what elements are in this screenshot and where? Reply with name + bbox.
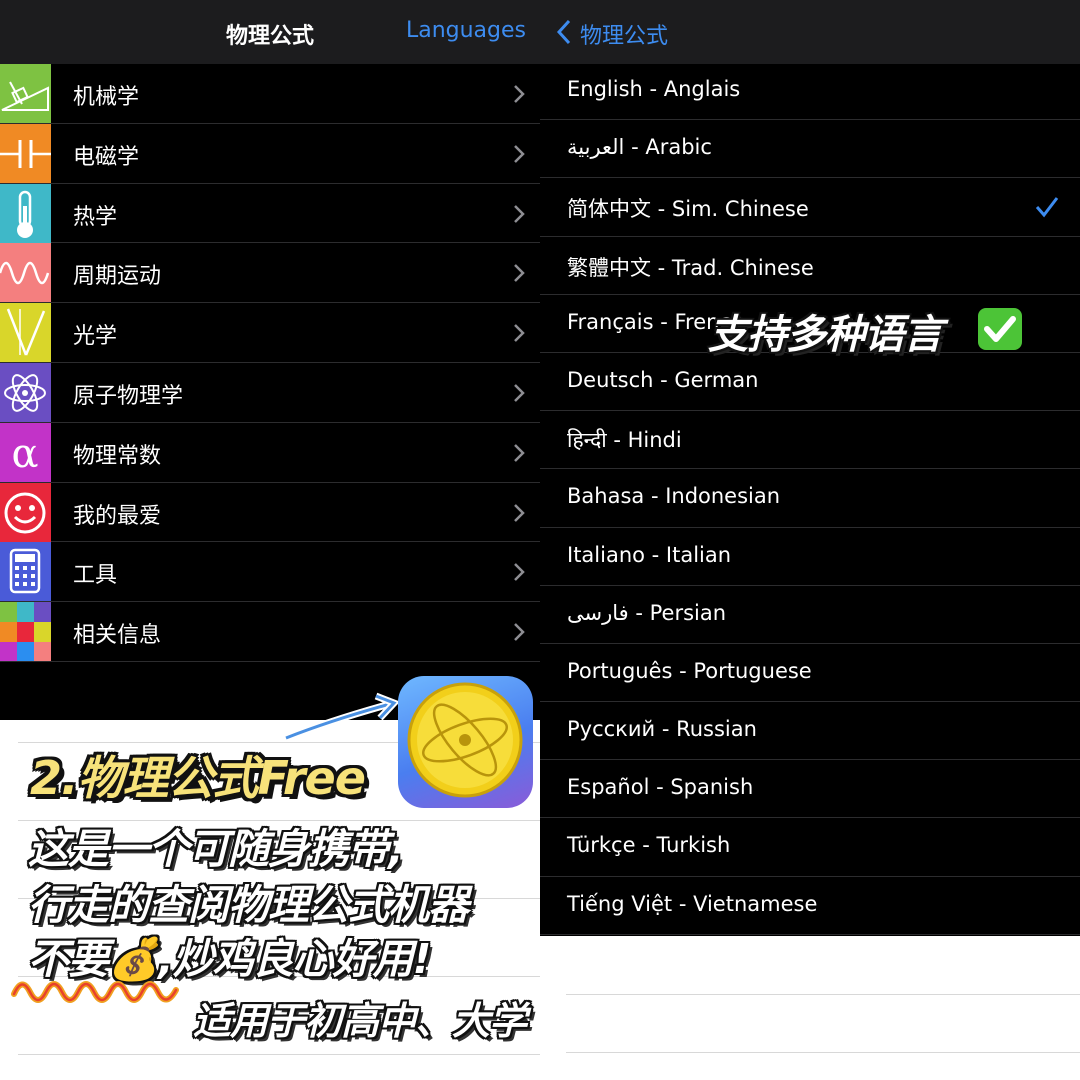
- calculator-icon: [0, 542, 51, 602]
- language-row[interactable]: हिन्दी - Hindi: [540, 411, 1080, 470]
- arrow-icon: [284, 692, 401, 742]
- audience-caption: 适用于初高中、大学: [193, 999, 527, 1043]
- chevron-right-icon: [514, 623, 525, 642]
- language-label: 繁體中文 - Trad. Chinese: [567, 255, 814, 280]
- checkmark-icon: [1035, 197, 1059, 218]
- language-row[interactable]: Español - Spanish: [540, 760, 1080, 819]
- language-label: Português - Portuguese: [567, 658, 812, 683]
- category-list: 机械学 电磁学 热学 周期运动 光学 原子物理学 α 物理常数 我的最爱 工具 …: [0, 64, 540, 662]
- category-row-physical-constants[interactable]: α 物理常数: [0, 422, 540, 483]
- category-row-thermodynamics[interactable]: 热学: [0, 183, 540, 244]
- navigation-bar: 物理公式 Languages: [0, 0, 540, 64]
- language-label: Русский - Russian: [567, 717, 757, 742]
- language-row[interactable]: Tiếng Việt - Vietnamese: [540, 877, 1080, 935]
- language-list: English - Anglais العربية - Arabic 简体中文 …: [540, 62, 1080, 935]
- thermometer-icon: [0, 183, 51, 243]
- chevron-right-icon: [514, 85, 525, 103]
- description-line: 行走的查阅物理公式机器: [28, 881, 469, 929]
- category-row-favorites[interactable]: 我的最爱: [0, 482, 540, 543]
- category-row-optics[interactable]: 光学: [0, 303, 540, 363]
- category-label: 电磁学: [73, 144, 140, 170]
- alpha-icon: α: [0, 422, 51, 482]
- language-row[interactable]: Deutsch - German: [540, 353, 1080, 412]
- chevron-right-icon: [514, 563, 525, 582]
- language-label: 简体中文 - Sim. Chinese: [567, 197, 809, 222]
- language-label: हिन्दी - Hindi: [567, 428, 682, 453]
- svg-text:α: α: [11, 431, 38, 477]
- check-badge-icon: [978, 308, 1022, 350]
- divider: [566, 994, 1080, 995]
- language-label: العربية - Arabic: [567, 135, 712, 160]
- chevron-left-icon[interactable]: [556, 18, 572, 46]
- language-label: Tiếng Việt - Vietnamese: [567, 891, 818, 916]
- notes-area: [540, 936, 1080, 1080]
- app-name-caption: 2.物理公式Free: [30, 751, 366, 805]
- language-row[interactable]: Italiano - Italian: [540, 528, 1080, 586]
- language-label: فارسی - Persian: [567, 600, 727, 625]
- language-label: Deutsch - German: [567, 367, 759, 392]
- language-row[interactable]: العربية - Arabic: [540, 120, 1080, 179]
- capacitor-icon: [0, 123, 51, 183]
- chevron-right-icon: [514, 443, 525, 462]
- app-icon: [398, 676, 533, 808]
- language-label: Bahasa - Indonesian: [567, 484, 781, 509]
- category-row-electromagnetism[interactable]: 电磁学: [0, 123, 540, 184]
- description-line: 这是一个可随身携带,: [28, 825, 404, 873]
- atom-icon: [0, 362, 51, 422]
- language-row[interactable]: Türkçe - Turkish: [540, 818, 1080, 877]
- chevron-right-icon: [514, 144, 525, 163]
- category-label: 机械学: [73, 85, 140, 110]
- incline-plane-icon: [0, 64, 51, 123]
- category-row-periodic-motion[interactable]: 周期运动: [0, 243, 540, 304]
- category-row-related-info[interactable]: 相关信息: [0, 602, 540, 662]
- languages-caption: 支持多种语言: [708, 312, 943, 358]
- language-row[interactable]: Русский - Russian: [540, 702, 1080, 761]
- category-label: 热学: [73, 204, 118, 230]
- chevron-right-icon: [514, 324, 525, 343]
- language-label: Español - Spanish: [567, 775, 754, 800]
- light-ray-icon: [0, 303, 51, 363]
- languages-button[interactable]: Languages: [406, 18, 526, 43]
- language-row[interactable]: English - Anglais: [540, 62, 1080, 121]
- language-label: Türkçe - Turkish: [567, 833, 731, 858]
- category-label: 我的最爱: [73, 503, 162, 529]
- divider: [18, 1054, 540, 1055]
- sine-wave-icon: [0, 243, 51, 303]
- language-row[interactable]: Português - Portuguese: [540, 644, 1080, 703]
- squiggle-underline-icon: [11, 981, 179, 1003]
- category-row-atomic-physics[interactable]: 原子物理学: [0, 362, 540, 423]
- language-row[interactable]: 繁體中文 - Trad. Chinese: [540, 237, 1080, 295]
- category-label: 工具: [73, 563, 118, 589]
- category-label: 光学: [73, 324, 118, 350]
- category-row-tools[interactable]: 工具: [0, 542, 540, 603]
- right-screen: 物理公式 English - Anglais العربية - Arabic …: [540, 0, 1080, 1080]
- language-row[interactable]: Bahasa - Indonesian: [540, 469, 1080, 528]
- chevron-right-icon: [514, 503, 525, 522]
- language-row[interactable]: 简体中文 - Sim. Chinese: [540, 178, 1080, 237]
- language-row[interactable]: فارسی - Persian: [540, 586, 1080, 644]
- language-label: English - Anglais: [567, 77, 741, 101]
- category-label: 周期运动: [73, 264, 162, 290]
- chevron-right-icon: [514, 384, 525, 402]
- category-label: 物理常数: [73, 443, 162, 469]
- category-label: 相关信息: [73, 623, 162, 649]
- language-label: Italiano - Italian: [567, 542, 732, 567]
- divider: [566, 1052, 1080, 1053]
- smiley-icon: [0, 482, 51, 542]
- navigation-bar: 物理公式: [540, 0, 1080, 64]
- category-label: 原子物理学: [73, 383, 184, 409]
- info-grid-icon: [0, 602, 51, 662]
- back-button[interactable]: 物理公式: [580, 18, 668, 50]
- chevron-right-icon: [514, 264, 525, 283]
- chevron-right-icon: [514, 204, 525, 223]
- category-row-mechanics[interactable]: 机械学: [0, 64, 540, 124]
